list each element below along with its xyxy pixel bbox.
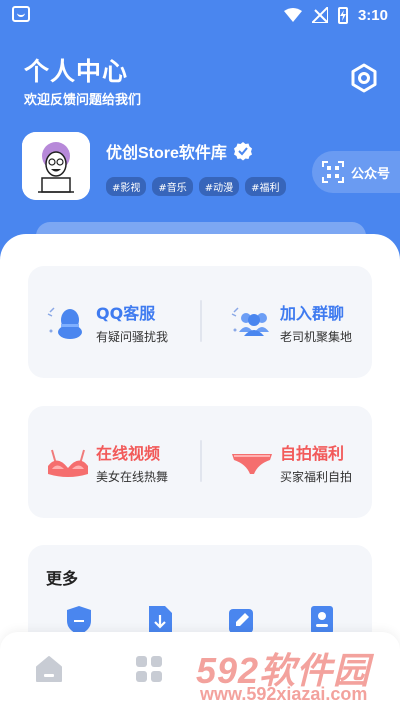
status-bar: 3:10 [0, 0, 400, 30]
online-video-title: 在线视频 [96, 443, 161, 463]
official-account-label: 公众号 [351, 166, 391, 182]
more-icons-row [28, 605, 372, 635]
more-title: 更多 [46, 569, 79, 588]
qr-code-icon [322, 161, 344, 183]
contact-book-icon[interactable] [308, 605, 336, 635]
settings-hexagon-icon[interactable] [348, 62, 380, 94]
profile-name-row: 优创Store软件库 [106, 139, 253, 163]
tag[interactable]: #福利 [245, 177, 286, 196]
shield-icon[interactable] [65, 605, 93, 635]
status-time: 3:10 [357, 6, 388, 24]
selfie-welfare-title: 自拍福利 [280, 443, 345, 463]
bra-icon [48, 449, 88, 477]
underwear-icon [232, 454, 272, 474]
verified-badge-icon [233, 142, 252, 161]
profile-name: 优创Store软件库 [106, 145, 227, 162]
selfie-welfare-subtitle: 买家福利自拍 [280, 469, 353, 484]
wifi-icon [283, 8, 302, 22]
avatar[interactable] [22, 132, 90, 200]
official-account-button[interactable]: 公众号 [312, 151, 400, 193]
download-file-icon[interactable] [146, 605, 174, 635]
group-users-icon [231, 307, 269, 336]
online-video-subtitle: 美女在线热舞 [96, 469, 169, 484]
edit-icon[interactable] [227, 605, 255, 635]
status-icons: 3:10 [283, 5, 388, 25]
signal-off-icon [311, 7, 328, 23]
page-subtitle: 欢迎反馈问题给我们 [24, 93, 142, 108]
online-video-item[interactable]: 在线视频 美女在线热舞 [44, 406, 168, 518]
battery-charging-icon [337, 6, 348, 24]
avatar-illustration [22, 132, 90, 200]
join-group-subtitle: 老司机聚集地 [280, 329, 353, 344]
watermark: 592软件园 www.592xiazai.com [196, 636, 400, 710]
qq-service-title: QQ客服 [96, 303, 156, 323]
join-group-item[interactable]: 加入群聊 老司机聚集地 [228, 266, 352, 378]
welfare-card: 在线视频 美女在线热舞 自拍福利 买家福利自拍 [28, 406, 372, 518]
watermark-url: www.592xiazai.com [200, 684, 368, 704]
selfie-welfare-item[interactable]: 自拍福利 买家福利自拍 [228, 406, 352, 518]
card-divider [200, 300, 202, 342]
tag[interactable]: #动漫 [198, 177, 240, 196]
page-title: 个人中心 [24, 57, 129, 86]
notification-app-icon [12, 6, 30, 22]
tag[interactable]: #音乐 [152, 177, 193, 196]
card-divider [200, 440, 202, 482]
grid-apps-icon[interactable] [134, 654, 164, 684]
profile-tags: #影视 #音乐 #动漫 #福利 [106, 177, 286, 196]
join-group-title: 加入群聊 [280, 303, 345, 323]
qq-service-item[interactable]: QQ客服 有疑问骚扰我 [44, 266, 168, 378]
qq-service-subtitle: 有疑问骚扰我 [96, 329, 169, 344]
contact-card: QQ客服 有疑问骚扰我 加入群聊 老司机聚集地 [28, 266, 372, 378]
qq-penguin-icon [47, 307, 82, 339]
tag[interactable]: #影视 [106, 177, 147, 196]
home-icon[interactable] [34, 654, 64, 684]
